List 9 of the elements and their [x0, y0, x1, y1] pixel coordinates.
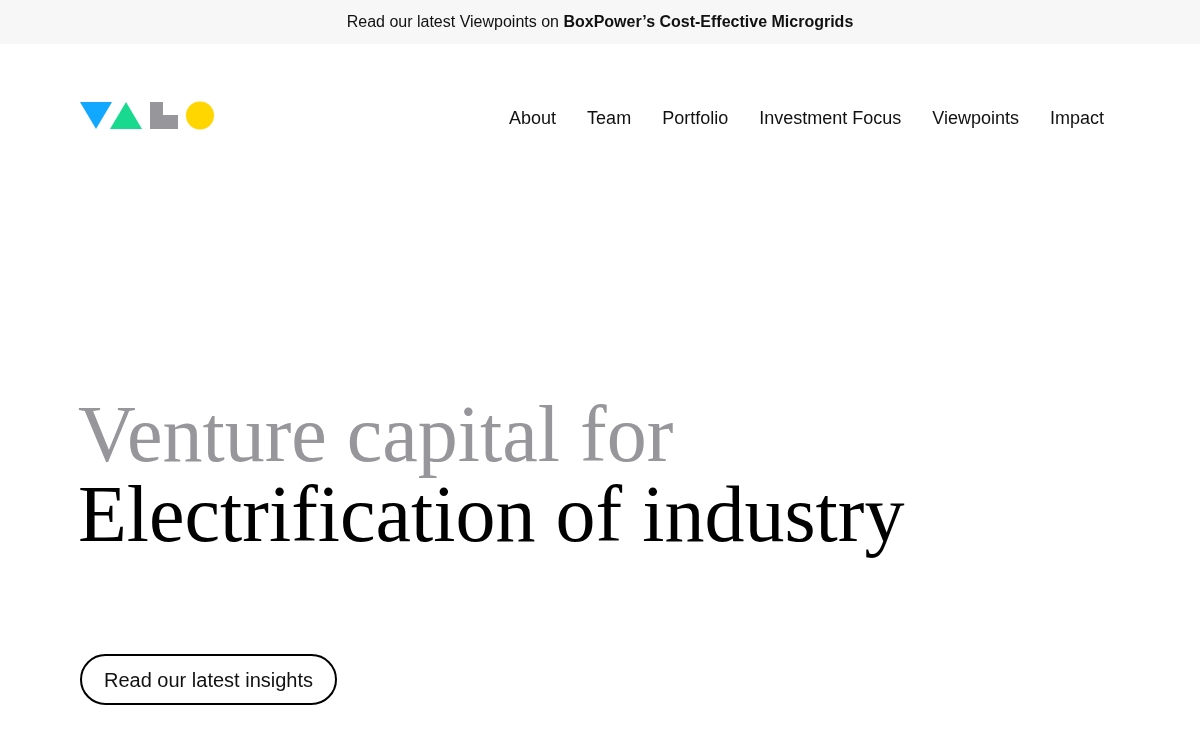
nav-link[interactable]: Portfolio: [662, 105, 729, 132]
nav-link[interactable]: Investment Focus: [759, 105, 902, 132]
nav-link[interactable]: About: [509, 105, 557, 132]
nav-link[interactable]: Impact: [1049, 105, 1104, 132]
geometric-shapes-logo[interactable]: [80, 101, 214, 130]
nav-link[interactable]: Viewpoints: [932, 105, 1019, 132]
nav-link[interactable]: Team: [587, 105, 632, 132]
announcement-link[interactable]: Read our latest Viewpoints on BoxPower’s Cost-Effective Microgrids: [346, 10, 854, 34]
insights-button[interactable]: Read our latest insights: [80, 654, 337, 705]
